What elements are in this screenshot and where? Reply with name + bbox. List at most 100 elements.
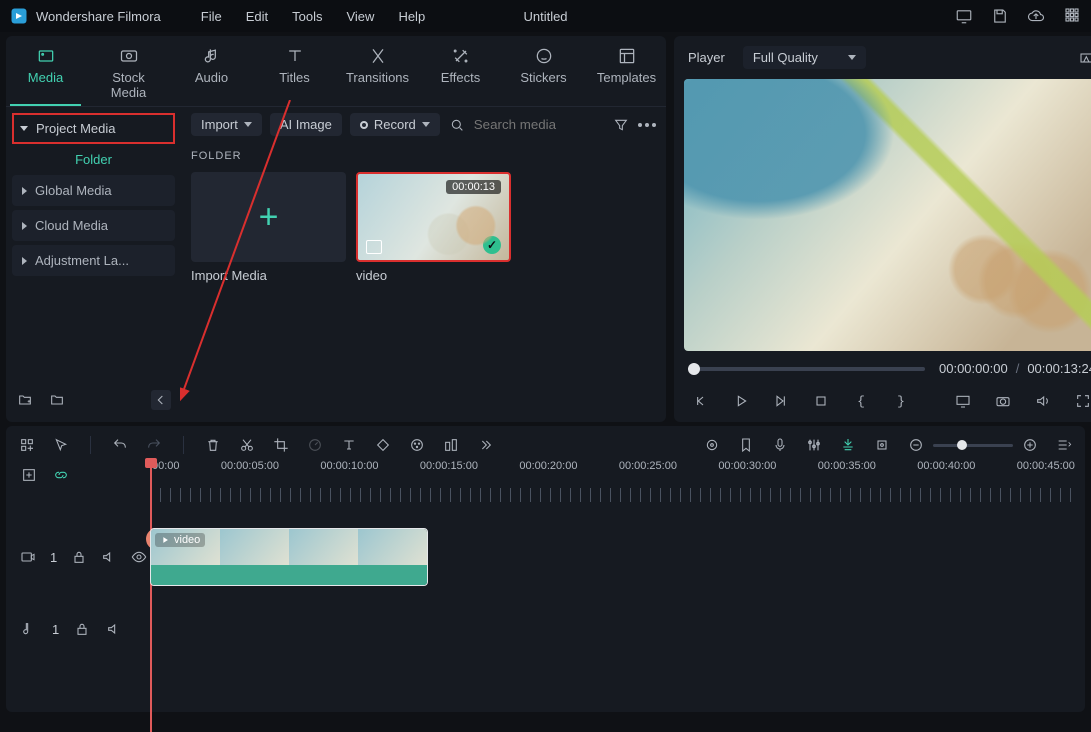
ai-image-button[interactable]: AI Image [270,113,342,136]
menu-view[interactable]: View [346,9,374,24]
timeline-clip-video[interactable]: video [150,528,428,586]
new-folder-icon[interactable] [16,391,34,409]
folder-icon[interactable] [48,391,66,409]
tab-templates[interactable]: Templates [591,46,662,106]
import-media-card[interactable]: + Import Media [191,172,346,283]
magnet-icon[interactable] [839,436,857,454]
timeline-ruler[interactable]: 00:00 00:00:05:00 00:00:10:00 00:00:15:0… [150,460,1079,502]
screen-icon[interactable] [955,7,973,25]
crop-icon[interactable] [272,436,290,454]
document-title: Untitled [523,9,567,24]
sidebar-global-media[interactable]: Global Media [12,175,175,206]
fullscreen-icon[interactable] [1074,392,1091,410]
frame-icon [366,240,382,254]
menu-file[interactable]: File [201,9,222,24]
menu-help[interactable]: Help [398,9,425,24]
marker-target-icon[interactable] [703,436,721,454]
mixer-icon[interactable] [805,436,823,454]
sidebar-cloud-media[interactable]: Cloud Media [12,210,175,241]
zoom-control[interactable] [907,436,1039,454]
snapshot-icon[interactable] [1078,49,1091,67]
add-action-icon[interactable] [20,466,38,484]
marker-icon[interactable] [737,436,755,454]
display-icon[interactable] [954,392,972,410]
media-clip-video[interactable]: 00:00:13 ✓ video [356,172,511,283]
play-icon[interactable] [732,392,750,410]
collapse-sidebar-button[interactable] [151,390,171,410]
audio-track-icon [20,620,38,638]
sidebar-project-media-label: Project Media [36,121,115,136]
camera-icon[interactable] [994,392,1012,410]
color-icon[interactable] [408,436,426,454]
apps-grid-icon[interactable] [1063,6,1081,27]
lock-icon[interactable] [73,620,91,638]
more-icon[interactable] [638,123,656,127]
tab-transitions[interactable]: Transitions [342,46,413,106]
link-toggle-icon[interactable] [52,466,70,484]
cut-icon[interactable] [238,436,256,454]
sidebar-folder[interactable]: Folder [12,144,175,175]
chevron-right-icon [22,257,27,265]
mute-icon[interactable] [105,620,123,638]
sidebar-project-media[interactable]: Project Media [12,113,175,144]
zoom-in-icon[interactable] [1021,436,1039,454]
delete-icon[interactable] [204,436,222,454]
cursor-icon[interactable] [52,436,70,454]
mark-in-icon[interactable]: { [852,392,870,410]
chevron-down-icon [20,126,28,131]
video-track-icon [20,548,36,566]
mic-icon[interactable] [771,436,789,454]
tab-audio[interactable]: Audio [176,46,247,106]
volume-icon[interactable] [1034,392,1052,410]
sidebar-adjustment-layer[interactable]: Adjustment La... [12,245,175,276]
time-current: 00:00:00:00 [939,361,1008,376]
record-button[interactable]: Record [350,113,440,136]
playhead[interactable]: ✂ [150,460,152,732]
redo-icon[interactable] [145,436,163,454]
undo-icon[interactable] [111,436,129,454]
add-track-icon[interactable] [18,436,36,454]
tab-effects[interactable]: Effects [425,46,496,106]
cloud-upload-icon[interactable] [1027,7,1045,25]
keyframe-icon[interactable] [374,436,392,454]
record-dot-icon [360,121,368,129]
chevron-right-icon [22,222,27,230]
time-total: 00:00:13:24 [1027,361,1091,376]
adjust-icon[interactable] [442,436,460,454]
app-logo-icon [10,7,28,25]
menu-tools[interactable]: Tools [292,9,322,24]
plus-icon: + [259,198,279,237]
search-input[interactable] [474,117,604,132]
stop-icon[interactable] [812,392,830,410]
prev-frame-icon[interactable] [692,392,710,410]
tab-stock-media[interactable]: Stock Media [93,46,164,106]
more-tools-icon[interactable] [476,436,494,454]
link-icon[interactable] [873,436,891,454]
text-icon[interactable] [340,436,358,454]
timeline-clip-label: video [174,534,200,546]
visibility-icon[interactable] [131,548,147,566]
import-button[interactable]: Import [191,113,262,136]
timeline-options-icon[interactable] [1055,436,1073,454]
zoom-out-icon[interactable] [907,436,925,454]
chevron-down-icon [848,55,856,60]
tab-titles[interactable]: Titles [259,46,330,106]
play-forward-icon[interactable] [772,392,790,410]
preview-screen[interactable] [684,79,1091,351]
tab-media[interactable]: Media [10,46,81,106]
video-track-row: 1 video [12,528,1079,586]
mute-icon[interactable] [101,548,117,566]
speed-icon[interactable] [306,436,324,454]
seek-bar[interactable] [688,367,925,371]
titlebar: Wondershare Filmora File Edit Tools View… [0,0,1091,32]
lock-icon[interactable] [71,548,87,566]
preview-quality-select[interactable]: Full Quality [743,46,866,69]
main-menus: File Edit Tools View Help [201,9,425,24]
menu-edit[interactable]: Edit [246,9,268,24]
save-icon[interactable] [991,7,1009,25]
tab-stickers[interactable]: Stickers [508,46,579,106]
mark-out-icon[interactable]: } [892,392,910,410]
filter-icon[interactable] [612,116,630,134]
timeline-panel: 00:00 00:00:05:00 00:00:10:00 00:00:15:0… [6,426,1085,712]
search-input-wrap [474,117,604,132]
